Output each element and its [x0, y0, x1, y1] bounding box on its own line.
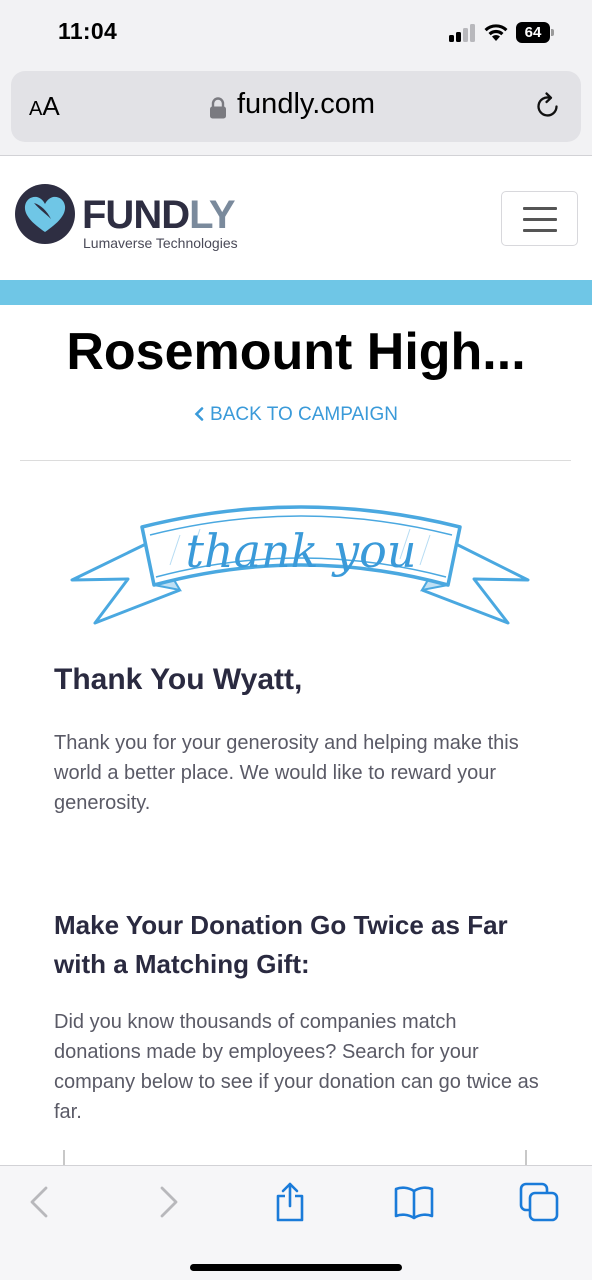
- matching-gift-heading: Make Your Donation Go Twice as Far with …: [54, 910, 508, 979]
- lock-icon: [210, 97, 226, 119]
- logo-tagline: Lumaverse Technologies: [83, 235, 238, 251]
- accent-band: [0, 280, 592, 305]
- hamburger-menu-button[interactable]: [501, 191, 578, 246]
- text-size-small-a: A: [29, 98, 43, 120]
- banner-text: thank you: [186, 524, 417, 578]
- bookmarks-icon[interactable]: [394, 1182, 434, 1222]
- address-bar[interactable]: AA fundly.com: [11, 71, 581, 142]
- text-size-large-a: A: [42, 91, 60, 121]
- tabs-icon[interactable]: [519, 1182, 559, 1222]
- battery-level: 64: [524, 24, 542, 41]
- fundly-heart-logo-icon[interactable]: [14, 183, 76, 245]
- status-time: 11:04: [58, 18, 118, 44]
- search-frame-edge: [63, 1150, 65, 1166]
- reload-icon[interactable]: [533, 91, 563, 121]
- back-link-label: BACK TO CAMPAIGN: [210, 404, 398, 425]
- matching-gift-description: Did you know thousands of companies matc…: [54, 1011, 539, 1123]
- browser-address-area: AA fundly.com: [0, 66, 592, 156]
- url-text[interactable]: fundly.com: [237, 88, 375, 121]
- back-to-campaign-link[interactable]: BACK TO CAMPAIGN: [0, 404, 592, 426]
- fundly-wordmark[interactable]: FUNDLY: [82, 193, 236, 238]
- back-icon[interactable]: [20, 1182, 60, 1222]
- share-icon[interactable]: [270, 1182, 310, 1222]
- thank-you-ribbon-banner: thank you: [70, 505, 530, 625]
- menu-bar-icon: [523, 218, 557, 221]
- divider: [20, 460, 571, 461]
- site-header: FUNDLY Lumaverse Technologies: [0, 157, 592, 280]
- thank-you-heading: Thank You Wyatt,: [54, 663, 303, 696]
- thank-you-message: Thank you for your generosity and helpin…: [54, 732, 519, 814]
- forward-icon[interactable]: [148, 1182, 188, 1222]
- search-frame-edge: [525, 1150, 527, 1166]
- browser-toolbar: [0, 1165, 592, 1280]
- chevron-left-icon: [194, 407, 204, 421]
- menu-bar-icon: [523, 229, 557, 232]
- wifi-icon: [484, 24, 508, 41]
- campaign-title: Rosemount High...: [66, 323, 526, 381]
- cellular-signal-icon: [449, 24, 477, 42]
- home-indicator: [190, 1264, 402, 1271]
- menu-bar-icon: [523, 207, 557, 210]
- logo-part-2: LY: [189, 193, 235, 237]
- battery-icon: 64: [516, 22, 554, 43]
- status-bar: 11:04 64: [0, 0, 592, 66]
- text-size-button[interactable]: AA: [29, 91, 60, 122]
- logo-part-1: FUND: [82, 193, 190, 237]
